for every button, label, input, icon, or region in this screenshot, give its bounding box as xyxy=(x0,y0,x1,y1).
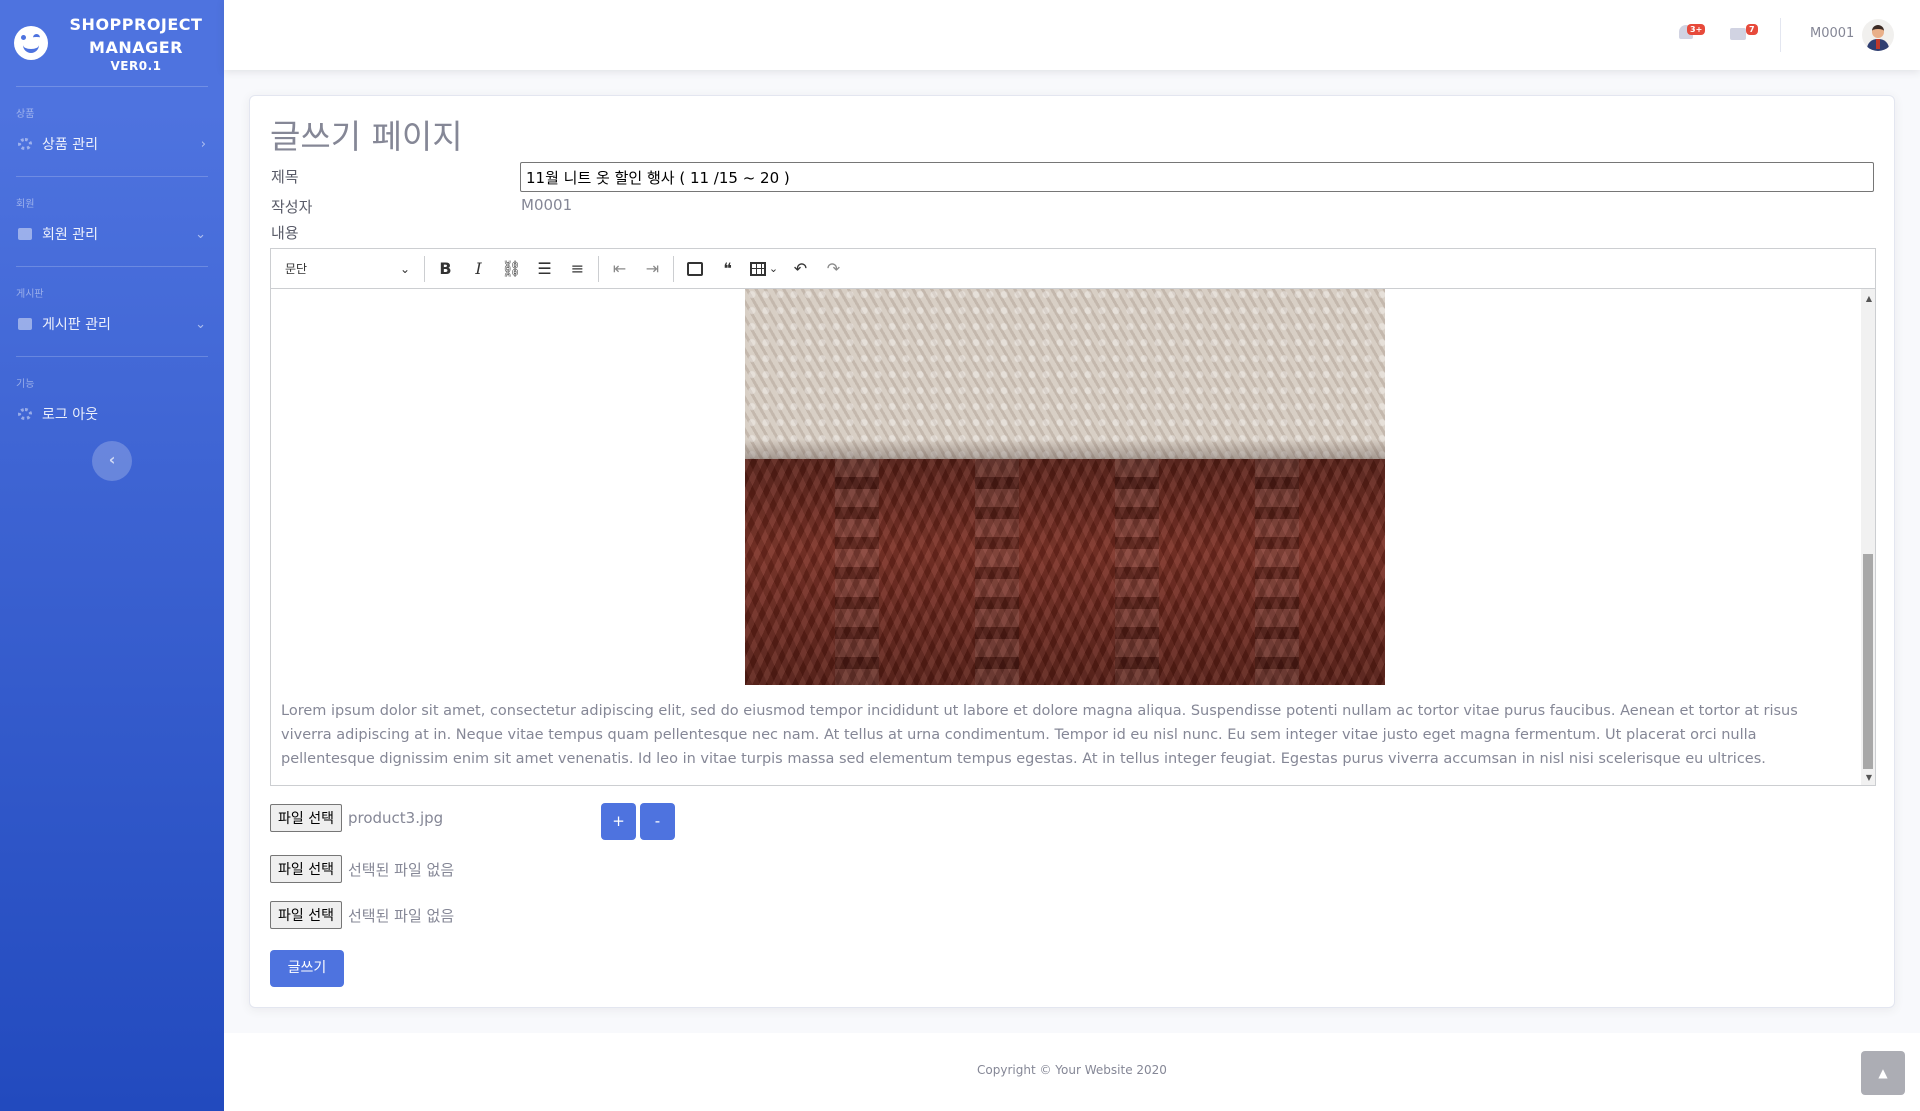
sidebar-heading-member: 회원 xyxy=(16,199,35,210)
redo-icon[interactable]: ↷ xyxy=(817,254,850,284)
editor-content[interactable]: Lorem ipsum dolor sit amet, consectetur … xyxy=(271,289,1875,785)
subject-label: 제목 xyxy=(271,168,299,186)
sidebar-brand[interactable]: SHOPPROJECT MANAGER VER0.1 xyxy=(0,0,224,86)
sidebar-heading-board: 게시판 xyxy=(16,289,44,300)
sidebar-item-member-management[interactable]: 회원 관리 ⌄ xyxy=(0,218,224,250)
add-file-button[interactable]: + xyxy=(601,803,636,840)
subject-input[interactable] xyxy=(520,162,1874,192)
toolbar-separator xyxy=(598,255,599,282)
chevron-down-icon: ⌄ xyxy=(195,316,206,332)
brand-line1: SHOPPROJECT xyxy=(69,15,203,34)
scrollbar-thumb[interactable] xyxy=(1863,554,1873,769)
toolbar-separator xyxy=(673,255,674,282)
user-name[interactable]: M0001 xyxy=(1810,26,1854,41)
editor-body-text[interactable]: Lorem ipsum dolor sit amet, consectetur … xyxy=(281,699,1851,771)
topbar: 3+ 7 M0001 xyxy=(224,0,1920,70)
sidebar-item-label: 상품 관리 xyxy=(42,137,98,153)
heading-dropdown-value: 문단 xyxy=(285,262,308,276)
link-icon[interactable]: ⛓ xyxy=(495,254,528,284)
brand-line2: MANAGER xyxy=(89,38,183,57)
file-name: 선택된 파일 없음 xyxy=(347,906,455,925)
avatar[interactable] xyxy=(1862,19,1894,51)
choose-file-button[interactable]: 파일 선택 xyxy=(270,804,342,832)
file-name: product3.jpg xyxy=(347,809,444,827)
writer-label: 작성자 xyxy=(271,198,313,216)
chevron-down-icon: ⌄ xyxy=(195,226,206,242)
chevron-right-icon: › xyxy=(200,136,206,152)
italic-icon[interactable]: I xyxy=(462,254,495,284)
sidebar-item-product-management[interactable]: 상품 관리 › xyxy=(0,128,224,160)
brand-version: VER0.1 xyxy=(110,59,162,73)
chevron-up-icon: ▲ xyxy=(1878,1066,1888,1080)
topbar-divider xyxy=(1780,18,1781,52)
sweater-image[interactable] xyxy=(745,289,1385,685)
editor-toolbar: 문단 ⌄ B I ⛓ ☰ ≡ ⇤ ⇥ ❝ ⌄ ↶ ↷ xyxy=(271,249,1875,289)
sidebar-item-board-management[interactable]: 게시판 관리 ⌄ xyxy=(0,308,224,340)
laugh-wink-icon xyxy=(14,26,48,60)
numbered-list-icon[interactable]: ≡ xyxy=(561,254,594,284)
folder-icon xyxy=(18,318,32,330)
scroll-down-icon[interactable]: ▼ xyxy=(1866,773,1872,782)
submit-button[interactable]: 글쓰기 xyxy=(270,950,344,987)
sidebar-item-label: 로그 아웃 xyxy=(42,407,98,423)
chevron-down-icon: ⌄ xyxy=(399,261,410,276)
remove-file-button[interactable]: - xyxy=(640,803,675,840)
choose-file-button[interactable]: 파일 선택 xyxy=(270,855,342,883)
content-label: 내용 xyxy=(271,224,299,242)
folder-icon xyxy=(18,228,32,240)
undo-icon[interactable]: ↶ xyxy=(784,254,817,284)
rich-text-editor[interactable]: 문단 ⌄ B I ⛓ ☰ ≡ ⇤ ⇥ ❝ ⌄ ↶ ↷ Lorem ipsum d… xyxy=(270,248,1876,786)
footer: Copyright © Your Website 2020 xyxy=(224,1033,1920,1111)
sidebar-heading-function: 기능 xyxy=(16,379,35,390)
editor-scrollbar[interactable]: ▲ ▼ xyxy=(1861,289,1875,785)
gear-icon xyxy=(18,408,32,420)
sidebar-item-logout[interactable]: 로그 아웃 xyxy=(0,398,224,430)
indent-icon[interactable]: ⇥ xyxy=(636,254,669,284)
file-input-row: 파일 선택 product3.jpg xyxy=(270,804,443,832)
alerts-badge: 3+ xyxy=(1687,24,1706,35)
gear-icon xyxy=(18,138,32,150)
sidebar-heading-product: 상품 xyxy=(16,109,35,120)
write-form-card: 글쓰기 페이지 제목 작성자 M0001 내용 문단 ⌄ B I ⛓ ☰ ≡ ⇤… xyxy=(249,95,1895,1008)
image-upload-icon[interactable] xyxy=(678,254,711,284)
choose-file-button[interactable]: 파일 선택 xyxy=(270,901,342,929)
envelope-icon[interactable] xyxy=(1730,28,1746,40)
toolbar-separator xyxy=(424,255,425,282)
sidebar: SHOPPROJECT MANAGER VER0.1 상품 상품 관리 › 회원… xyxy=(0,0,224,1111)
bold-icon[interactable]: B xyxy=(429,254,462,284)
sidebar-item-label: 게시판 관리 xyxy=(42,317,111,333)
file-name: 선택된 파일 없음 xyxy=(347,860,455,879)
outdent-icon[interactable]: ⇤ xyxy=(603,254,636,284)
messages-badge: 7 xyxy=(1746,24,1758,35)
brand-text: SHOPPROJECT MANAGER VER0.1 xyxy=(48,13,224,73)
file-input-row: 파일 선택 선택된 파일 없음 xyxy=(270,901,454,929)
sidebar-item-label: 회원 관리 xyxy=(42,227,98,243)
page-title: 글쓰기 페이지 xyxy=(270,117,463,156)
blockquote-icon[interactable]: ❝ xyxy=(711,254,744,284)
writer-value: M0001 xyxy=(521,196,573,214)
bulleted-list-icon[interactable]: ☰ xyxy=(528,254,561,284)
file-input-row: 파일 선택 선택된 파일 없음 xyxy=(270,855,454,883)
insert-table-icon[interactable]: ⌄ xyxy=(744,254,784,284)
sidebar-toggle-button[interactable]: ‹ xyxy=(92,441,132,481)
scroll-to-top-button[interactable]: ▲ xyxy=(1861,1051,1905,1095)
copyright-text: Copyright © Your Website 2020 xyxy=(977,1063,1167,1077)
scroll-up-icon[interactable]: ▲ xyxy=(1866,294,1872,303)
heading-dropdown[interactable]: 문단 ⌄ xyxy=(275,254,420,284)
